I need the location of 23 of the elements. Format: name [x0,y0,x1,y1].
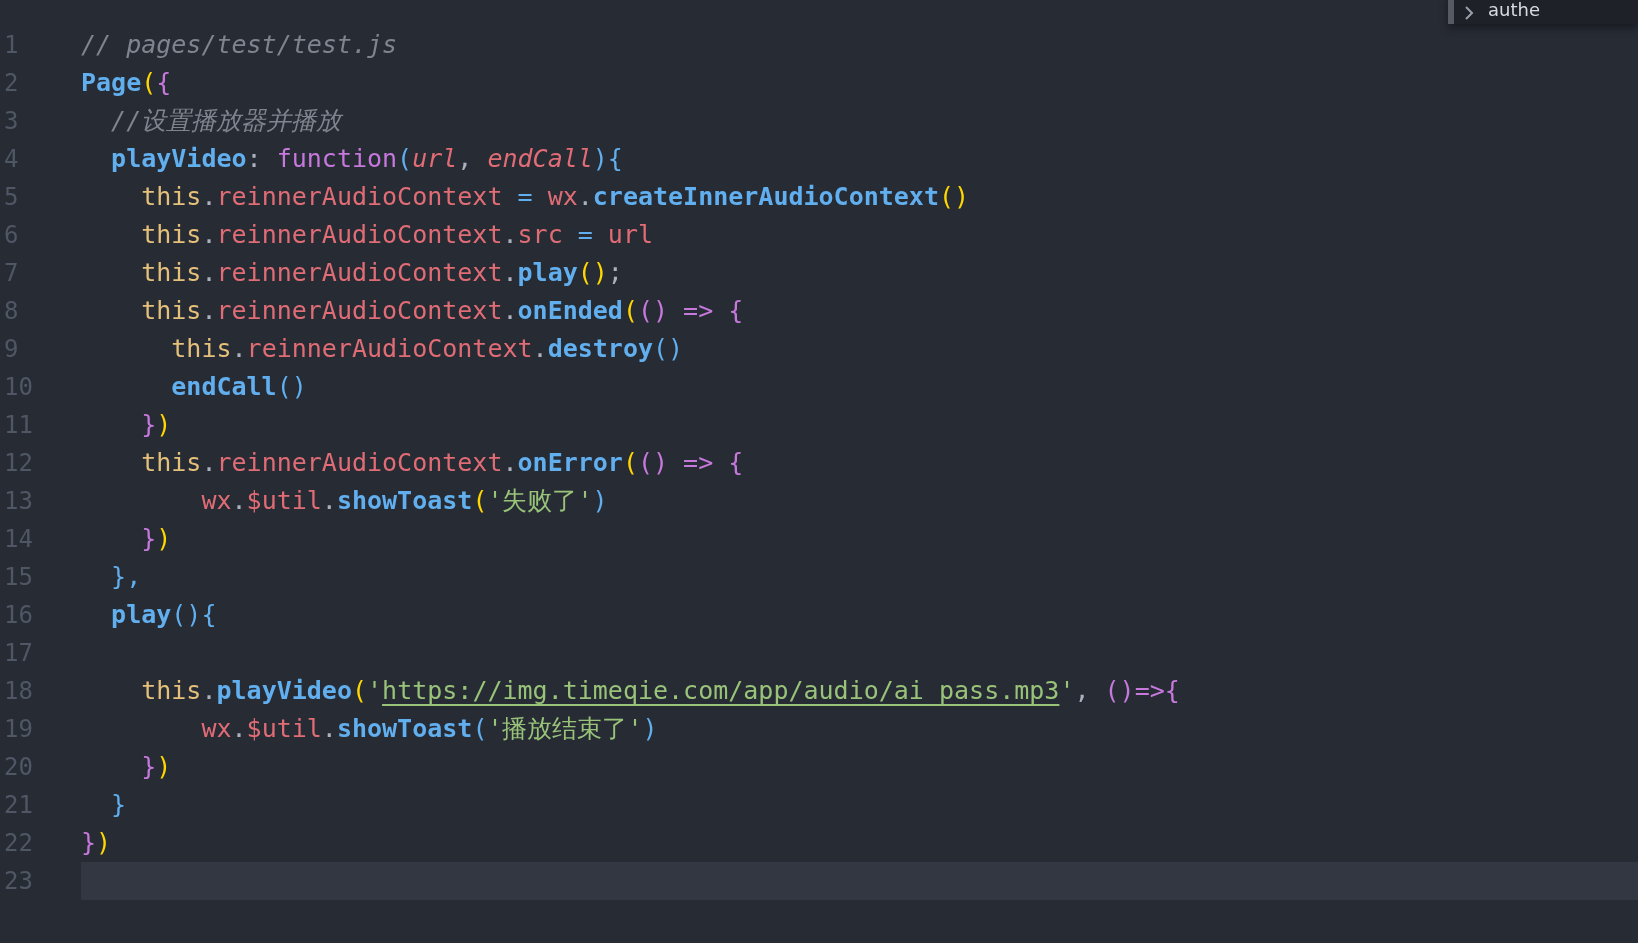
code-line: this.reinnerAudioContext.onEnded(() => { [140,295,745,327]
code-line: this.reinnerAudioContext = wx.createInnerAudioContext() [140,181,971,213]
chevron-icon [1464,6,1474,20]
code-line: playVideo: function(url, endCall){ [110,143,624,175]
code-line: this.reinnerAudioContext.src = url [140,219,654,251]
code-line: // pages/test/test.js [81,29,399,61]
code-line: this.reinnerAudioContext.play(); [140,257,624,289]
code-line: }) [81,827,113,859]
code-line: }, [110,561,143,593]
code-line: this.reinnerAudioContext.destroy() [170,333,685,365]
code-line: Page({ [81,67,173,99]
code-line: wx.$util.showToast('失败了') [200,485,609,517]
code-line: this.reinnerAudioContext.onError(() => { [140,447,745,479]
code-line: play(){ [110,599,218,631]
code-line: }) [140,523,173,555]
code-line: endCall() [170,371,308,403]
code-line: wx.$util.showToast('播放结束了') [200,713,659,745]
code-line: }) [140,409,173,441]
code-line: //设置播放器并播放 [110,105,344,137]
code-line: this.playVideo('https://img.timeqie.com/app/audio/ai_pass.mp3', ()=>{ [140,675,1181,707]
popup-text: authe [1488,0,1540,20]
code-line: }) [140,751,173,783]
code-line: } [110,789,128,821]
